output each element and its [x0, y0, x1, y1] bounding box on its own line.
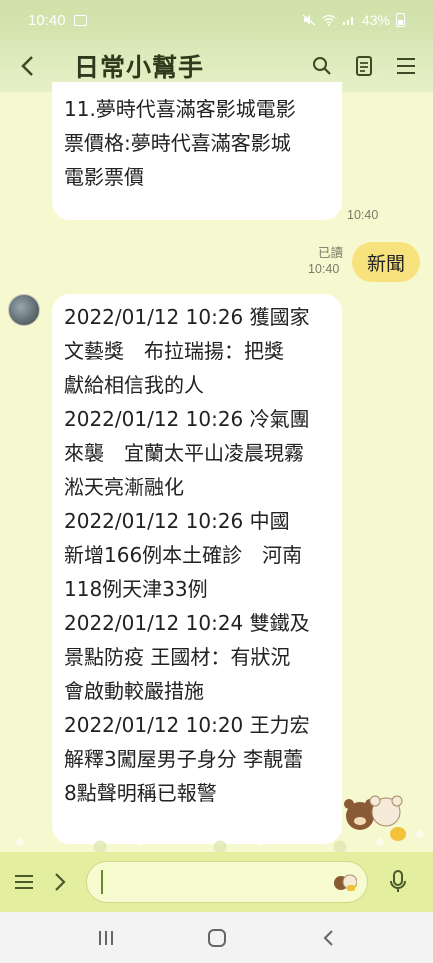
message-time: 10:40: [347, 208, 379, 222]
home-button[interactable]: [205, 926, 229, 950]
back-nav-button[interactable]: [316, 926, 340, 950]
message-line: 2022/01/12 10:26 中國: [64, 509, 290, 533]
message-line: 電影票價: [64, 165, 144, 189]
menu-toggle-button[interactable]: [12, 870, 36, 894]
back-button[interactable]: [16, 55, 38, 77]
chevron-right-icon: [55, 873, 66, 891]
sticker-icon[interactable]: [333, 872, 357, 892]
bot-avatar[interactable]: [8, 294, 40, 326]
input-bar: [0, 852, 433, 912]
received-message-bubble[interactable]: 2022/01/12 10:26 獲國家 文藝獎 布拉瑞揚：把獎 獻給相信我的人…: [52, 294, 342, 844]
message-line: 票價格:夢時代喜滿客影城: [64, 131, 291, 155]
message-line: 2022/01/12 10:26 冷氣團: [64, 407, 310, 431]
search-button[interactable]: [311, 55, 333, 77]
status-bar: 10:40 43%: [0, 0, 433, 40]
back-icon: [323, 929, 333, 946]
received-message-bubble[interactable]: 11.夢時代喜滿客影城電影 票價格:夢時代喜滿客影城 電影票價: [52, 82, 342, 220]
message-line: 118例天津33例: [64, 577, 208, 601]
status-right: 43%: [302, 12, 405, 28]
notes-button[interactable]: [353, 55, 375, 77]
read-receipt: 已讀: [318, 245, 344, 260]
signal-icon: [342, 17, 353, 25]
recent-apps-button[interactable]: [94, 926, 118, 950]
expand-button[interactable]: [48, 870, 72, 894]
chevron-left-icon: [21, 56, 33, 76]
sent-message-bubble[interactable]: 新聞: [352, 242, 420, 282]
hamburger-icon: [397, 58, 415, 74]
chat-title: 日常小幫手: [74, 53, 205, 82]
message-line: 2022/01/12 10:20 王力宏: [64, 713, 310, 737]
battery-icon: [396, 13, 405, 27]
message-time: 10:40: [308, 262, 340, 276]
mute-icon: [302, 14, 316, 26]
chat-area[interactable]: 11.夢時代喜滿客影城電影 票價格:夢時代喜滿客影城 電影票價 10:40 已讀…: [0, 82, 433, 862]
status-time: 10:40: [28, 11, 66, 29]
message-line: 來襲 宜蘭太平山凌晨現霧: [64, 441, 304, 465]
message-line: 8點聲明稱已報警: [64, 781, 217, 805]
wifi-icon: [322, 15, 336, 26]
header-actions: [311, 55, 417, 77]
battery-percent: 43%: [361, 12, 390, 28]
home-icon: [207, 928, 226, 947]
search-icon: [313, 57, 331, 75]
message-input[interactable]: [86, 861, 368, 903]
message-line: 景點防疫 王國材：有狀況: [64, 645, 291, 669]
message-line: 新增166例本土確診 河南: [64, 543, 303, 567]
message-line: 解釋3闖屋男子身分 李靚蕾: [64, 747, 304, 771]
recent-apps-icon: [98, 930, 113, 945]
bear-sticker-icon: [344, 795, 406, 841]
message-line: 2022/01/12 10:26 獲國家: [64, 305, 310, 329]
voice-button[interactable]: [386, 870, 410, 894]
menu-button[interactable]: [395, 55, 417, 77]
message-line: 獻給相信我的人: [64, 373, 204, 397]
system-nav-bar: [0, 912, 433, 963]
hamburger-icon: [15, 875, 33, 889]
message-line: 2022/01/12 10:24 雙鐵及: [64, 611, 310, 635]
image-notification-icon: [73, 14, 87, 26]
text-cursor: [101, 870, 103, 894]
message-line: 會啟動較嚴措施: [64, 679, 204, 703]
message-line: 淞天亮漸融化: [64, 475, 184, 499]
notes-icon: [356, 56, 372, 76]
microphone-icon: [390, 870, 406, 892]
message-line: 文藝獎 布拉瑞揚：把獎: [64, 339, 284, 363]
message-line: 11.夢時代喜滿客影城電影: [64, 97, 296, 121]
